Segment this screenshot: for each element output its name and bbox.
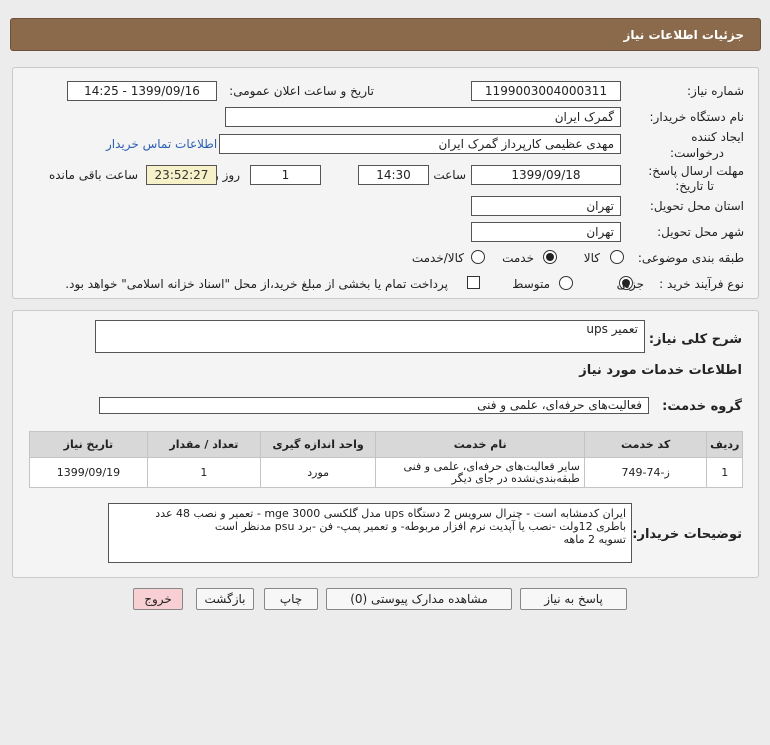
announce-field: 1399/09/16 - 14:25	[67, 81, 217, 101]
cell-need-date: 1399/09/19	[29, 457, 148, 488]
treasury-payment-note: پرداخت تمام یا بخشی از مبلغ خرید،از محل …	[65, 277, 448, 291]
category-option-goods-service: کالا/خدمت	[411, 251, 464, 265]
services-table: ردیف کد خدمت نام خدمت واحد اندازه گیری ت…	[29, 431, 743, 488]
creator-label-1: ایجاد کننده	[691, 130, 744, 144]
cell-unit: مورد	[259, 457, 377, 488]
creator-field: مهدی عظیمی کارپرداز گمرک ایران	[219, 134, 621, 154]
need-number-field: 1199003004000311	[471, 81, 621, 101]
province-label: استان محل تحویل:	[649, 199, 744, 213]
buyer-org-field: گمرک ایران	[225, 107, 621, 127]
contact-info-link[interactable]: اطلاعات تماس خریدار	[106, 137, 217, 151]
process-label: نوع فرآیند خرید :	[659, 277, 744, 291]
table-row: 1 ز-74-749 سایر فعالیت‌های حرفه‌ای، علمی…	[29, 457, 743, 488]
deadline-date-field: 1399/09/18	[471, 165, 621, 185]
col-quantity: تعداد / مقدار	[146, 431, 261, 458]
cell-quantity: 1	[146, 457, 261, 488]
creator-label-2: درخواست:	[670, 146, 724, 160]
cell-service-code: ز-74-749	[583, 457, 708, 488]
page-header: جزئیات اطلاعات نیاز	[10, 18, 761, 51]
deadline-time-field: 14:30	[358, 165, 429, 185]
announce-label: تاریخ و ساعت اعلان عمومی:	[229, 84, 374, 98]
remaining-label: ساعت باقی مانده	[48, 168, 138, 182]
col-need-date: تاریخ نیاز	[29, 431, 148, 458]
city-label: شهر محل تحویل:	[657, 225, 744, 239]
deadline-time-label: ساعت	[433, 168, 466, 182]
col-unit: واحد اندازه گیری	[259, 431, 377, 458]
attachments-button[interactable]: مشاهده مدارک پیوستی (0)	[326, 588, 512, 610]
print-button[interactable]: چاپ	[264, 588, 318, 610]
summary-label: شرح کلی نیاز:	[648, 332, 742, 347]
buyer-notes-line-3: تسویه 2 ماهه	[563, 533, 626, 546]
services-section-title: اطلاعات خدمات مورد نیاز	[579, 363, 742, 378]
days-label: روز و	[213, 168, 240, 182]
province-field: تهران	[471, 196, 621, 216]
process-radio-medium[interactable]	[559, 276, 573, 290]
process-option-minor: جزیی	[616, 277, 644, 291]
need-info-panel: شماره نیاز: 1199003004000311 تاریخ و ساع…	[12, 67, 759, 299]
deadline-label-1: مهلت ارسال پاسخ:	[648, 164, 744, 178]
cell-row-number: 1	[706, 457, 743, 488]
col-service-code: کد خدمت	[583, 431, 708, 458]
reply-button[interactable]: پاسخ به نیاز	[520, 588, 627, 610]
treasury-payment-checkbox[interactable]	[467, 276, 480, 289]
table-header-row: ردیف کد خدمت نام خدمت واحد اندازه گیری ت…	[29, 431, 743, 458]
need-number-label: شماره نیاز:	[687, 84, 744, 98]
category-label: طبقه بندی موضوعی:	[637, 251, 744, 265]
back-button[interactable]: بازگشت	[196, 588, 254, 610]
buyer-notes-line-1: ایران کدمشابه است - چنرال سرویس 2 دستگاه…	[155, 507, 626, 520]
col-row-number: ردیف	[706, 431, 743, 458]
category-radio-goods[interactable]	[610, 250, 624, 264]
service-group-label: گروه خدمت:	[662, 399, 742, 414]
category-radio-service[interactable]	[543, 250, 557, 264]
page-title: جزئیات اطلاعات نیاز	[623, 28, 744, 42]
cell-service-name: سایر فعالیت‌های حرفه‌ای، علمی و فنی طبقه…	[375, 457, 585, 488]
process-option-medium: متوسط	[512, 277, 550, 291]
remaining-time-field: 23:52:27	[146, 165, 217, 185]
buyer-notes-label: توضیحات خریدار:	[632, 527, 742, 542]
category-option-service: خدمت	[502, 251, 534, 265]
category-option-goods: کالا	[583, 251, 600, 265]
exit-button[interactable]: خروج	[133, 588, 183, 610]
col-service-name: نام خدمت	[375, 431, 585, 458]
summary-field: تعمیر ups	[95, 320, 645, 353]
deadline-label-2: تا تاریخ:	[675, 179, 714, 193]
days-field: 1	[250, 165, 321, 185]
buyer-org-label: نام دستگاه خریدار:	[649, 110, 745, 124]
city-field: تهران	[471, 222, 621, 242]
service-group-field: فعالیت‌های حرفه‌ای، علمی و فنی	[99, 397, 649, 414]
buyer-notes-line-2: باطری 12ولت -نصب یا آپدیت نرم افزار مربو…	[214, 520, 626, 533]
buyer-notes-field: ایران کدمشابه است - چنرال سرویس 2 دستگاه…	[108, 503, 632, 563]
category-radio-goods-service[interactable]	[471, 250, 485, 264]
